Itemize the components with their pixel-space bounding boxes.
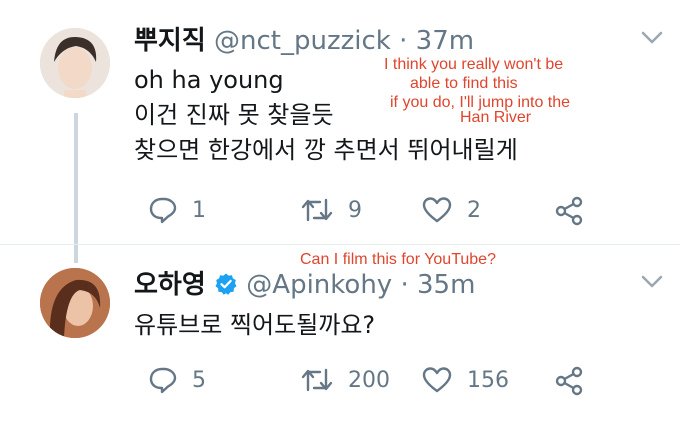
display-name[interactable]: 오하영 <box>134 270 206 300</box>
tweet-line: 유튜브로 찍어도될까요? <box>134 311 376 339</box>
avatar-image <box>40 28 110 98</box>
thread-line <box>74 113 78 263</box>
translation-annotation: Can I film this for YouTube? <box>300 250 496 269</box>
timestamp[interactable]: 35m <box>417 270 475 300</box>
avatar-image <box>40 268 110 338</box>
avatar[interactable] <box>40 268 110 338</box>
retweet-count: 9 <box>348 197 362 223</box>
retweet-icon <box>301 368 333 392</box>
reply-button[interactable]: 5 <box>148 366 206 394</box>
heart-icon <box>422 367 452 393</box>
divider <box>0 244 680 245</box>
reply-icon <box>149 197 177 224</box>
separator-dot: · <box>392 270 417 300</box>
like-count: 2 <box>467 197 481 223</box>
reply-count: 1 <box>192 197 206 223</box>
like-count: 156 <box>467 367 509 393</box>
heart-icon <box>422 197 452 223</box>
tweet-header: 오하영 @Apinkohy · 35m <box>134 270 475 300</box>
retweet-icon <box>301 198 333 222</box>
share-icon[interactable] <box>554 366 584 396</box>
chevron-down-icon[interactable] <box>640 30 664 46</box>
annotation-line: I think you really won't be <box>384 56 564 73</box>
like-button[interactable]: 156 <box>421 366 509 394</box>
tweet-text: 유튜브로 찍어도될까요? <box>134 308 375 343</box>
timestamp[interactable]: 37m <box>416 26 474 56</box>
verified-badge-icon <box>214 272 238 296</box>
retweet-button[interactable]: 9 <box>300 196 362 224</box>
avatar[interactable] <box>40 28 110 98</box>
reply-button[interactable]: 1 <box>148 196 206 224</box>
reply-count: 5 <box>192 367 206 393</box>
share-icon[interactable] <box>554 196 584 226</box>
retweet-count: 200 <box>348 367 390 393</box>
tweet-header: 뿌지직 @nct_puzzick · 37m <box>134 26 474 56</box>
username[interactable]: @Apinkohy <box>246 270 392 300</box>
tweet-line: 찾으면 한강에서 깡 추면서 뛰어내릴게 <box>134 136 518 164</box>
annotation-line: able to find this <box>410 75 518 92</box>
like-button[interactable]: 2 <box>421 196 481 224</box>
translation-annotation: I think you really won't be able to find… <box>384 55 570 127</box>
username[interactable]: @nct_puzzick <box>214 26 391 56</box>
chevron-down-icon[interactable] <box>640 274 664 290</box>
retweet-button[interactable]: 200 <box>300 366 390 394</box>
annotation-line: Can I film this for YouTube? <box>300 251 496 268</box>
reply-icon <box>149 367 177 394</box>
display-name[interactable]: 뿌지직 <box>134 26 206 56</box>
separator-dot: · <box>390 26 416 56</box>
